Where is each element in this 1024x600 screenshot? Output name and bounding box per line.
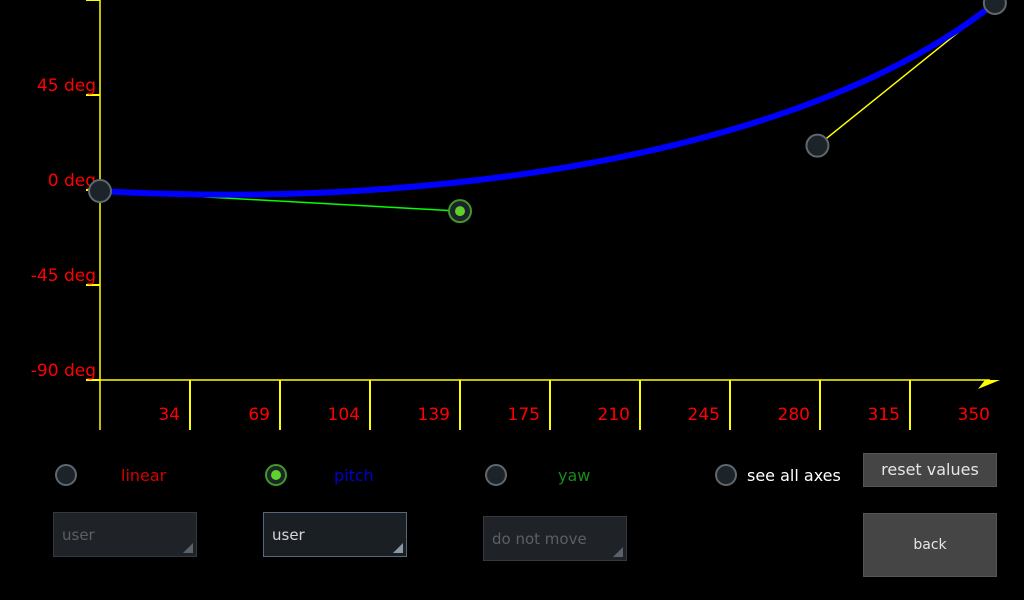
label-linear: linear xyxy=(121,466,167,485)
spinner-value: do not move xyxy=(492,530,587,548)
spinner-linear: user xyxy=(53,512,197,557)
radio-see-all-axes[interactable] xyxy=(715,464,737,486)
dropdown-triangle-icon xyxy=(183,543,193,553)
dropdown-triangle-icon xyxy=(613,547,623,557)
x-tick-label: 69 xyxy=(248,405,270,425)
control2-handle[interactable] xyxy=(805,133,830,158)
x-tick-label: 350 xyxy=(958,405,990,425)
bezier-curve xyxy=(99,0,997,198)
radio-pitch[interactable] xyxy=(265,464,287,486)
label-see-all-axes[interactable]: see all axes xyxy=(747,466,841,485)
spinner-yaw: do not move xyxy=(483,516,627,561)
spinner-value: user xyxy=(272,526,305,544)
x-tick-label: 104 xyxy=(328,405,360,425)
y-tick-label: -45 deg xyxy=(31,266,96,286)
y-tick-label: 45 deg xyxy=(37,76,96,96)
curve-chart[interactable]: 90 deg45 deg0 deg-45 deg-90 deg346910413… xyxy=(0,0,1024,440)
end-handle[interactable] xyxy=(982,0,1007,15)
label-pitch: pitch xyxy=(334,466,374,485)
x-tick-label: 280 xyxy=(778,405,810,425)
spinner-pitch[interactable]: user xyxy=(263,512,407,557)
x-tick-label: 245 xyxy=(688,405,720,425)
radio-linear[interactable] xyxy=(55,464,77,486)
radio-yaw[interactable] xyxy=(485,464,507,486)
y-tick-label: 90 deg xyxy=(37,0,96,1)
x-tick-label: 139 xyxy=(418,405,450,425)
x-tick-label: 315 xyxy=(868,405,900,425)
y-tick-label: -90 deg xyxy=(31,361,96,381)
reset-values-button[interactable]: reset values xyxy=(863,453,997,487)
x-axis-arrow xyxy=(978,380,1000,389)
control1-handle-dot xyxy=(455,206,465,217)
label-yaw: yaw xyxy=(558,466,591,485)
dropdown-triangle-icon xyxy=(393,543,403,553)
back-button[interactable]: back xyxy=(863,513,997,577)
start-handle[interactable] xyxy=(88,179,112,204)
x-tick-label: 210 xyxy=(598,405,630,425)
x-tick-label: 175 xyxy=(508,405,540,425)
x-tick-label: 34 xyxy=(158,405,180,425)
spinner-value: user xyxy=(62,526,95,544)
